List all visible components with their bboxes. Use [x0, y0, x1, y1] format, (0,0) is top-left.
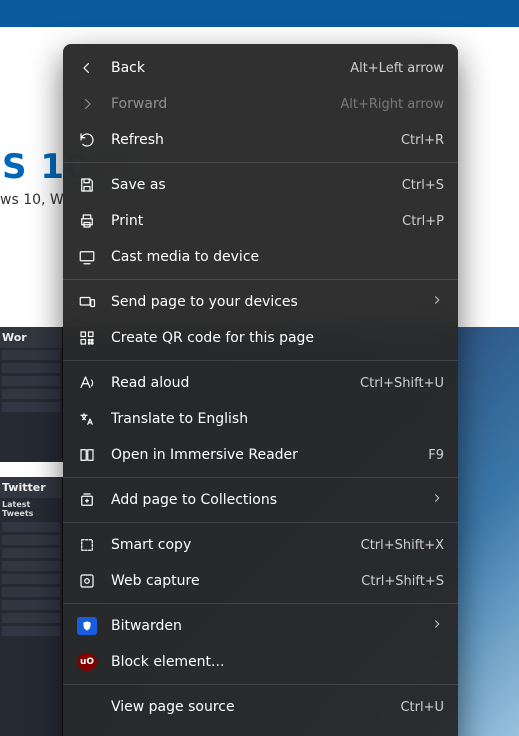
menu-item-label: Send page to your devices: [111, 294, 416, 310]
menu-item-view-source[interactable]: View page source Ctrl+U: [63, 689, 458, 725]
sidebar-widget-wor: Wor: [0, 327, 63, 462]
menu-item-inspect[interactable]: Inspect: [63, 725, 458, 736]
web-capture-icon: [77, 571, 97, 591]
menu-separator: [63, 279, 458, 280]
menu-item-shortcut: Ctrl+Shift+U: [360, 376, 444, 391]
menu-item-shortcut: Ctrl+R: [401, 133, 444, 148]
menu-item-save-as[interactable]: Save as Ctrl+S: [63, 167, 458, 203]
print-icon: [77, 211, 97, 231]
menu-separator: [63, 477, 458, 478]
menu-item-qr-code[interactable]: Create QR code for this page: [63, 320, 458, 356]
menu-separator: [63, 603, 458, 604]
menu-item-shortcut: F9: [428, 448, 444, 463]
menu-item-label: Back: [111, 60, 336, 76]
menu-item-add-to-collections[interactable]: Add page to Collections: [63, 482, 458, 518]
sidebar-widget-twitter: Twitter Latest Tweets: [0, 477, 63, 736]
menu-item-shortcut: Ctrl+Shift+X: [361, 538, 444, 553]
menu-item-label: Block element...: [111, 654, 444, 670]
menu-item-print[interactable]: Print Ctrl+P: [63, 203, 458, 239]
menu-item-label: Open in Immersive Reader: [111, 447, 414, 463]
menu-item-forward: Forward Alt+Right arrow: [63, 86, 458, 122]
menu-separator: [63, 684, 458, 685]
cast-icon: [77, 247, 97, 267]
save-icon: [77, 175, 97, 195]
collections-icon: [77, 490, 97, 510]
menu-item-label: Web capture: [111, 573, 347, 589]
sidebar-widget-wor-label: Wor: [0, 327, 62, 348]
menu-item-label: Read aloud: [111, 375, 346, 391]
menu-item-label: Cast media to device: [111, 249, 444, 265]
menu-item-shortcut: Alt+Left arrow: [350, 61, 444, 76]
menu-item-block-element[interactable]: uO Block element...: [63, 644, 458, 680]
arrow-left-icon: [77, 58, 97, 78]
ublock-icon: uO: [77, 653, 97, 671]
sidebar-widget-twitter-label: Twitter: [0, 477, 62, 498]
menu-separator: [63, 162, 458, 163]
menu-item-label: Print: [111, 213, 388, 229]
arrow-right-icon: [77, 94, 97, 114]
menu-item-label: Create QR code for this page: [111, 330, 444, 346]
devices-icon: [77, 292, 97, 312]
book-icon: [77, 445, 97, 465]
menu-item-label: Smart copy: [111, 537, 347, 553]
menu-item-cast[interactable]: Cast media to device: [63, 239, 458, 275]
page-subtitle-fragment: ws 10, W: [0, 192, 64, 208]
menu-item-label: Refresh: [111, 132, 387, 148]
smart-copy-icon: [77, 535, 97, 555]
menu-item-refresh[interactable]: Refresh Ctrl+R: [63, 122, 458, 158]
chevron-right-icon: [430, 491, 444, 509]
menu-item-label: View page source: [111, 699, 386, 715]
context-menu: Back Alt+Left arrow Forward Alt+Right ar…: [63, 44, 458, 736]
latest-tweets-label: Latest Tweets: [0, 498, 62, 520]
chevron-right-icon: [430, 617, 444, 635]
menu-item-shortcut: Ctrl+P: [402, 214, 444, 229]
menu-item-label: Forward: [111, 96, 326, 112]
menu-item-read-aloud[interactable]: Read aloud Ctrl+Shift+U: [63, 365, 458, 401]
blank-icon: [77, 697, 97, 717]
menu-item-translate[interactable]: Translate to English: [63, 401, 458, 437]
menu-item-shortcut: Ctrl+U: [400, 700, 444, 715]
qr-icon: [77, 328, 97, 348]
menu-separator: [63, 360, 458, 361]
menu-item-shortcut: Ctrl+Shift+S: [361, 574, 444, 589]
chevron-right-icon: [430, 293, 444, 311]
menu-item-shortcut: Ctrl+S: [402, 178, 444, 193]
bitwarden-icon: [77, 617, 97, 635]
menu-item-immersive-reader[interactable]: Open in Immersive Reader F9: [63, 437, 458, 473]
refresh-icon: [77, 130, 97, 150]
menu-item-label: Bitwarden: [111, 618, 416, 634]
menu-separator: [63, 522, 458, 523]
read-aloud-icon: [77, 373, 97, 393]
menu-item-bitwarden[interactable]: Bitwarden: [63, 608, 458, 644]
menu-item-send-to-devices[interactable]: Send page to your devices: [63, 284, 458, 320]
menu-item-smart-copy[interactable]: Smart copy Ctrl+Shift+X: [63, 527, 458, 563]
translate-icon: [77, 409, 97, 429]
menu-item-label: Translate to English: [111, 411, 444, 427]
menu-item-label: Add page to Collections: [111, 492, 416, 508]
menu-item-label: Save as: [111, 177, 388, 193]
menu-item-back[interactable]: Back Alt+Left arrow: [63, 50, 458, 86]
menu-item-shortcut: Alt+Right arrow: [340, 97, 444, 112]
menu-item-web-capture[interactable]: Web capture Ctrl+Shift+S: [63, 563, 458, 599]
